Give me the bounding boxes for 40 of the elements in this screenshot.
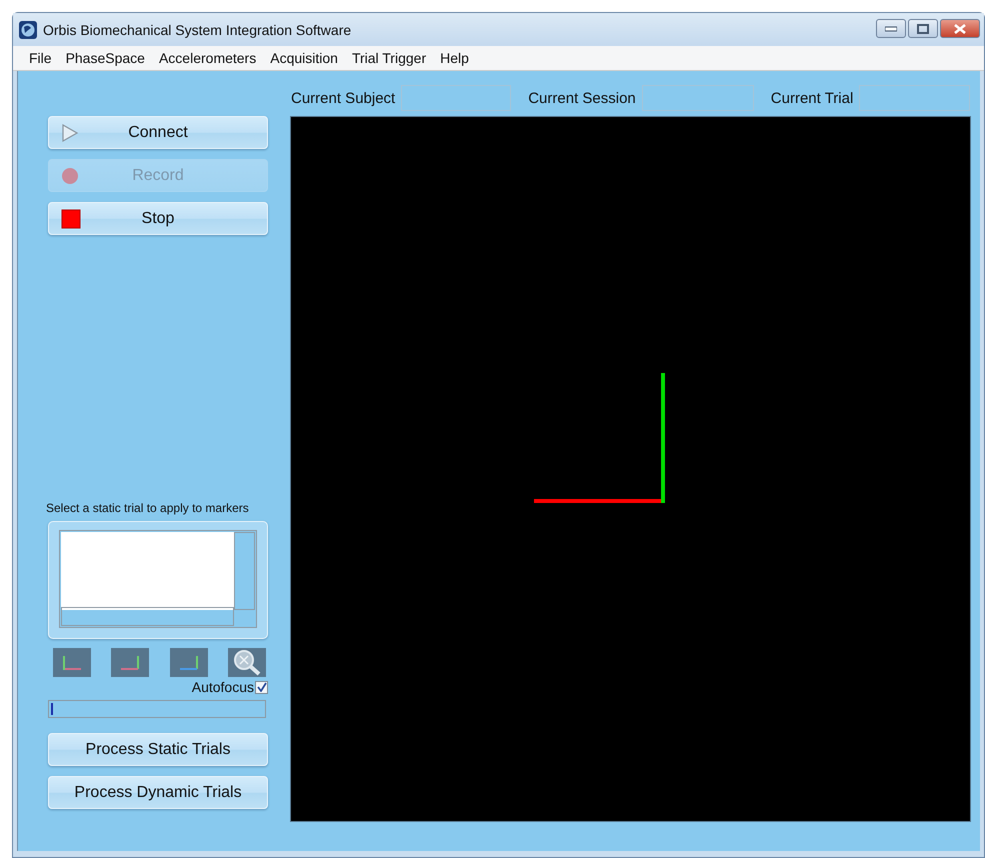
- static-trial-prompt: Select a static trial to apply to markers: [46, 501, 250, 515]
- menu-item[interactable]: Acquisition: [264, 50, 346, 66]
- field-label: Current Trial: [770, 90, 854, 106]
- process-button[interactable]: Process Static Trials: [48, 733, 268, 766]
- stop-button[interactable]: Stop: [48, 202, 268, 235]
- zoom-button[interactable]: [228, 648, 266, 677]
- process-button[interactable]: Process Dynamic Trials: [48, 776, 268, 809]
- autofocus-checkbox[interactable]: [255, 680, 268, 694]
- field-label: Current Subject: [291, 90, 396, 106]
- axes-icon: [178, 654, 200, 670]
- axes-icon: [119, 654, 142, 670]
- menu-item[interactable]: Help: [434, 50, 477, 66]
- check-icon: [256, 682, 266, 692]
- xz-view-button[interactable]: [170, 648, 208, 677]
- menu-item[interactable]: Trial Trigger: [346, 50, 434, 66]
- close-button[interactable]: [940, 19, 980, 38]
- autofocus-label: Autofocus: [192, 679, 254, 695]
- app-logo-icon: [19, 20, 37, 38]
- minimize-button[interactable]: [876, 19, 906, 38]
- xy-view-button[interactable]: [53, 648, 91, 677]
- play-button[interactable]: Connect: [48, 116, 268, 149]
- input-field[interactable]: [401, 85, 512, 111]
- menu-item[interactable]: Accelerometers: [152, 50, 264, 66]
- play-icon: [61, 123, 81, 143]
- axes-icon: [61, 654, 83, 670]
- input-field[interactable]: [642, 85, 754, 111]
- maximize-button[interactable]: [908, 19, 938, 38]
- menu-item[interactable]: PhaseSpace: [60, 50, 153, 66]
- menu-item[interactable]: File: [23, 50, 60, 66]
- record-icon: [61, 166, 81, 186]
- field-label: Current Session: [528, 90, 636, 106]
- minimize-icon: [885, 26, 897, 32]
- input-field[interactable]: [859, 85, 970, 111]
- window-title: Orbis Biomechanical System Integration Software: [43, 22, 352, 38]
- static-trial-list[interactable]: [48, 521, 268, 639]
- magnifier-icon: [232, 649, 262, 676]
- close-icon: [954, 24, 966, 34]
- maximize-icon: [917, 24, 929, 34]
- zy-view-button[interactable]: [111, 648, 150, 677]
- stop-icon: [61, 209, 81, 229]
